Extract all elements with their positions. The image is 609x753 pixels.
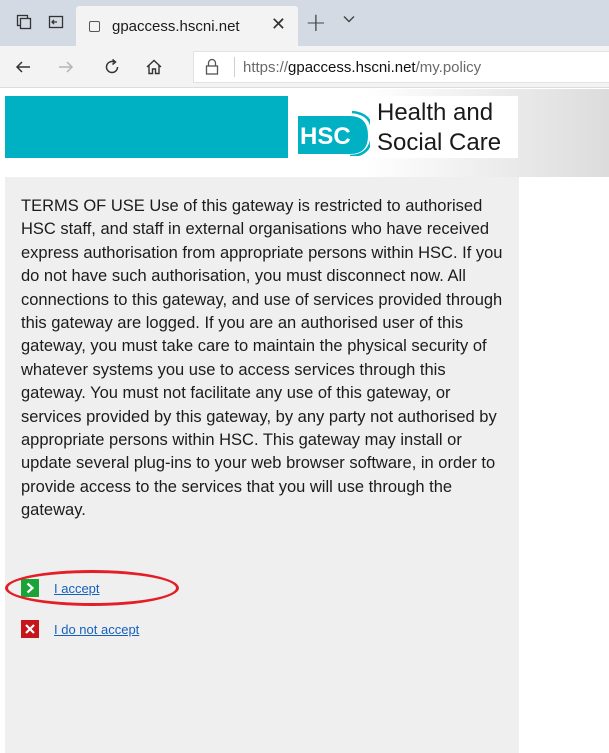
- reject-link[interactable]: I do not accept: [54, 622, 139, 637]
- terms-of-use-text: TERMS OF USE Use of this gateway is rest…: [21, 197, 503, 520]
- accept-link[interactable]: I accept: [54, 581, 100, 596]
- reject-option[interactable]: I do not accept: [21, 620, 139, 638]
- lock-icon[interactable]: [204, 57, 226, 77]
- address-bar[interactable]: https://gpaccess.hscni.net/my.policy: [193, 51, 609, 83]
- address-separator: [234, 57, 235, 77]
- logo-line-2: Social Care: [377, 129, 502, 156]
- hsc-logo-badge: HSC: [298, 110, 370, 156]
- chevron-down-icon[interactable]: [342, 12, 356, 30]
- tab-actions-icon[interactable]: [14, 12, 34, 32]
- logo-wordmark: Health and Social Care: [377, 98, 501, 158]
- logo-badge-text: HSC: [300, 123, 351, 150]
- policy-panel: TERMS OF USE Use of this gateway is rest…: [5, 177, 519, 753]
- site-banner: HSC Health and Social Care: [0, 89, 609, 177]
- back-icon[interactable]: [11, 55, 35, 79]
- tab-title: gpaccess.hscni.net: [112, 17, 240, 35]
- browser-tab[interactable]: gpaccess.hscni.net ✕: [76, 6, 298, 46]
- close-tab-icon[interactable]: ✕: [271, 16, 286, 34]
- logo-line-1: Health and: [377, 99, 494, 126]
- url-text[interactable]: https://gpaccess.hscni.net/my.policy: [243, 59, 481, 76]
- banner-teal-block: [5, 96, 288, 158]
- set-tabs-aside-icon[interactable]: [46, 12, 66, 32]
- forward-icon[interactable]: [54, 55, 78, 79]
- new-tab-icon[interactable]: +: [305, 8, 327, 38]
- page-icon: [89, 20, 100, 32]
- x-icon[interactable]: [21, 620, 39, 638]
- chevron-right-icon[interactable]: [21, 579, 39, 597]
- refresh-icon[interactable]: [100, 55, 124, 79]
- hsc-logo: HSC Health and Social Care: [288, 96, 518, 158]
- navigation-bar: https://gpaccess.hscni.net/my.policy: [0, 46, 609, 88]
- home-icon[interactable]: [142, 55, 166, 79]
- accept-option[interactable]: I accept: [21, 579, 100, 597]
- tab-bar: gpaccess.hscni.net ✕ +: [0, 0, 609, 46]
